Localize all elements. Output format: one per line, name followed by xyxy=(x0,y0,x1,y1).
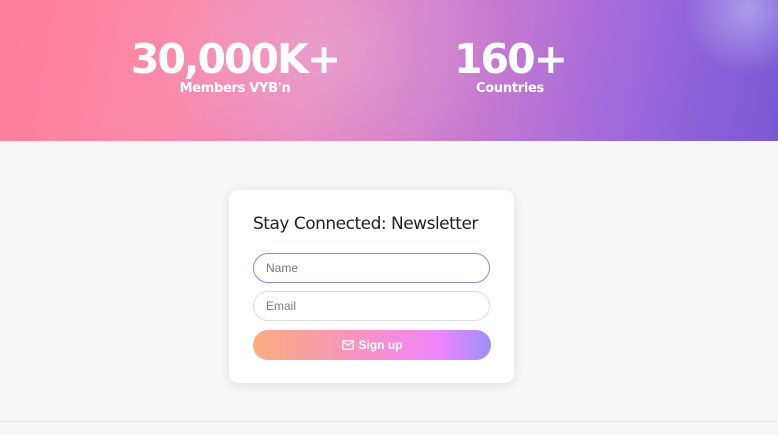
signup-button[interactable]: Sign up xyxy=(253,330,491,360)
stat-countries-label: Countries xyxy=(476,81,544,96)
newsletter-card: Stay Connected: Newsletter Sign up xyxy=(229,190,514,383)
footer-divider xyxy=(0,421,778,422)
stats-banner: 30,000K+ Members VYB'n 160+ Countries xyxy=(0,0,778,141)
signup-label: Sign up xyxy=(358,338,403,352)
stat-members: 30,000K+ Members VYB'n xyxy=(130,35,341,97)
email-input[interactable] xyxy=(253,291,490,321)
stat-members-label: Members VYB'n xyxy=(179,81,291,96)
stat-members-value: 30,000K+ xyxy=(130,35,341,83)
banner-highlight xyxy=(678,0,778,80)
newsletter-title: Stay Connected: Newsletter xyxy=(253,214,478,234)
name-input[interactable] xyxy=(253,253,490,283)
mail-icon xyxy=(341,340,354,350)
stat-countries-value: 160+ xyxy=(454,35,568,83)
stat-countries: 160+ Countries xyxy=(440,36,580,97)
